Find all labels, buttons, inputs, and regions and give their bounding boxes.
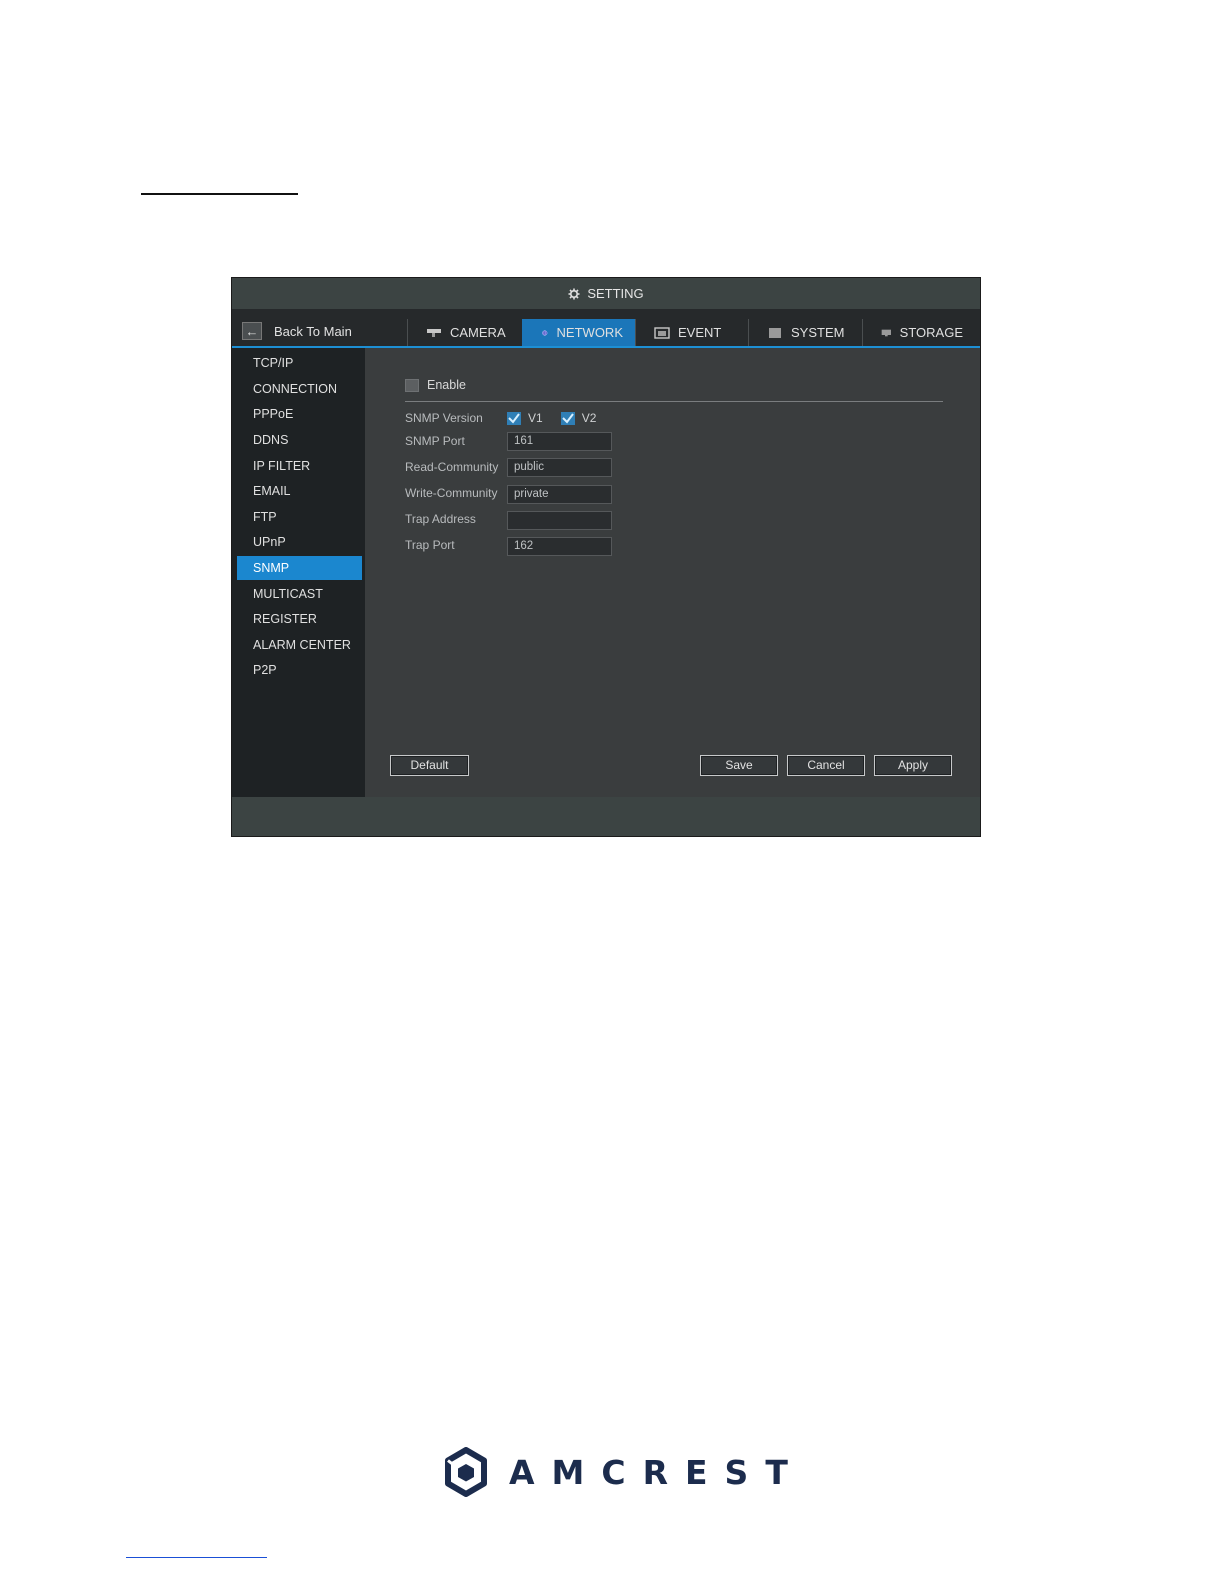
tab-system-label: SYSTEM (791, 325, 845, 340)
read-community-label: Read-Community (405, 460, 499, 474)
back-to-main-label: Back To Main (274, 323, 352, 339)
sidebar-item-upnp[interactable]: UPnP (237, 530, 362, 554)
camera-icon (427, 328, 441, 337)
v2-checkbox[interactable] (560, 411, 575, 425)
amcrest-logo: AMCREST (444, 1447, 805, 1497)
storage-icon (881, 329, 891, 336)
save-button[interactable]: Save (700, 755, 778, 776)
tab-network[interactable]: NETWORK (522, 319, 635, 346)
back-arrow-icon: ← (242, 322, 262, 340)
write-community-label: Write-Community (405, 486, 498, 500)
trap-port-field[interactable]: 162 (507, 537, 612, 556)
settings-window: SETTING ← Back To Main CAMERA NETWORK EV… (231, 277, 981, 837)
tab-storage[interactable]: STORAGE (862, 319, 975, 346)
tab-network-label: NETWORK (556, 325, 623, 340)
snmp-port-field[interactable]: 161 (507, 432, 612, 451)
network-sidebar: TCP/IP CONNECTION PPPoE DDNS IP FILTER E… (232, 348, 365, 797)
sidebar-item-register[interactable]: REGISTER (237, 607, 362, 631)
snmp-version-label: SNMP Version (405, 411, 483, 425)
snmp-version-options: V1 V2 (507, 411, 596, 425)
read-community-field[interactable]: public (507, 458, 612, 477)
snmp-panel: Enable SNMP Version V1 V2 SNMP Port 161 … (365, 348, 980, 797)
enable-label: Enable (427, 378, 466, 392)
section-divider (405, 401, 943, 402)
write-community-field[interactable]: private (507, 485, 612, 504)
v1-label: V1 (528, 411, 543, 425)
tab-storage-label: STORAGE (899, 325, 963, 340)
tab-camera[interactable]: CAMERA (407, 319, 522, 346)
header-rule (141, 193, 298, 195)
sidebar-item-ftp[interactable]: FTP (237, 505, 362, 529)
gear-icon (568, 288, 580, 299)
globe-icon (542, 329, 548, 336)
window-title: SETTING (587, 286, 644, 301)
enable-checkbox[interactable] (405, 378, 419, 392)
sidebar-item-tcpip[interactable]: TCP/IP (237, 351, 362, 375)
v1-checkbox[interactable] (507, 411, 521, 425)
checkmark-icon (561, 412, 574, 424)
sidebar-item-alarm-center[interactable]: ALARM CENTER (237, 633, 362, 657)
checkmark-icon (508, 412, 520, 424)
tab-camera-label: CAMERA (450, 325, 506, 340)
sidebar-item-snmp[interactable]: SNMP (237, 556, 362, 580)
cancel-button[interactable]: Cancel (787, 755, 865, 776)
back-to-main-button[interactable]: ← Back To Main (242, 321, 352, 341)
top-navbar: ← Back To Main CAMERA NETWORK EVENT SYST… (232, 309, 980, 348)
window-titlebar: SETTING (232, 278, 980, 309)
default-button[interactable]: Default (390, 755, 469, 776)
main-tabs: CAMERA NETWORK EVENT SYSTEM STORAGE (407, 319, 975, 346)
footer-link-rule (126, 1557, 267, 1558)
sidebar-item-multicast[interactable]: MULTICAST (237, 582, 362, 606)
tab-system[interactable]: SYSTEM (748, 319, 862, 346)
tab-event[interactable]: EVENT (635, 319, 748, 346)
sidebar-item-p2p[interactable]: P2P (237, 658, 362, 682)
trap-address-label: Trap Address (405, 512, 476, 526)
system-icon (769, 327, 781, 338)
sidebar-item-email[interactable]: EMAIL (237, 479, 362, 503)
v2-label: V2 (581, 411, 597, 425)
sidebar-item-connection[interactable]: CONNECTION (237, 377, 362, 401)
trap-port-label: Trap Port (405, 538, 455, 552)
brand-wordmark: AMCREST (509, 1452, 805, 1492)
sidebar-item-ddns[interactable]: DDNS (237, 428, 362, 452)
apply-button[interactable]: Apply (874, 755, 952, 776)
trap-address-field[interactable] (507, 511, 612, 530)
sidebar-item-pppoe[interactable]: PPPoE (237, 402, 362, 426)
event-icon (654, 326, 670, 339)
status-bar (232, 797, 980, 836)
enable-row: Enable (405, 378, 466, 392)
amcrest-hexagon-icon (445, 1447, 487, 1497)
snmp-port-label: SNMP Port (405, 434, 465, 448)
tab-event-label: EVENT (678, 325, 722, 340)
sidebar-item-ip-filter[interactable]: IP FILTER (237, 454, 362, 478)
